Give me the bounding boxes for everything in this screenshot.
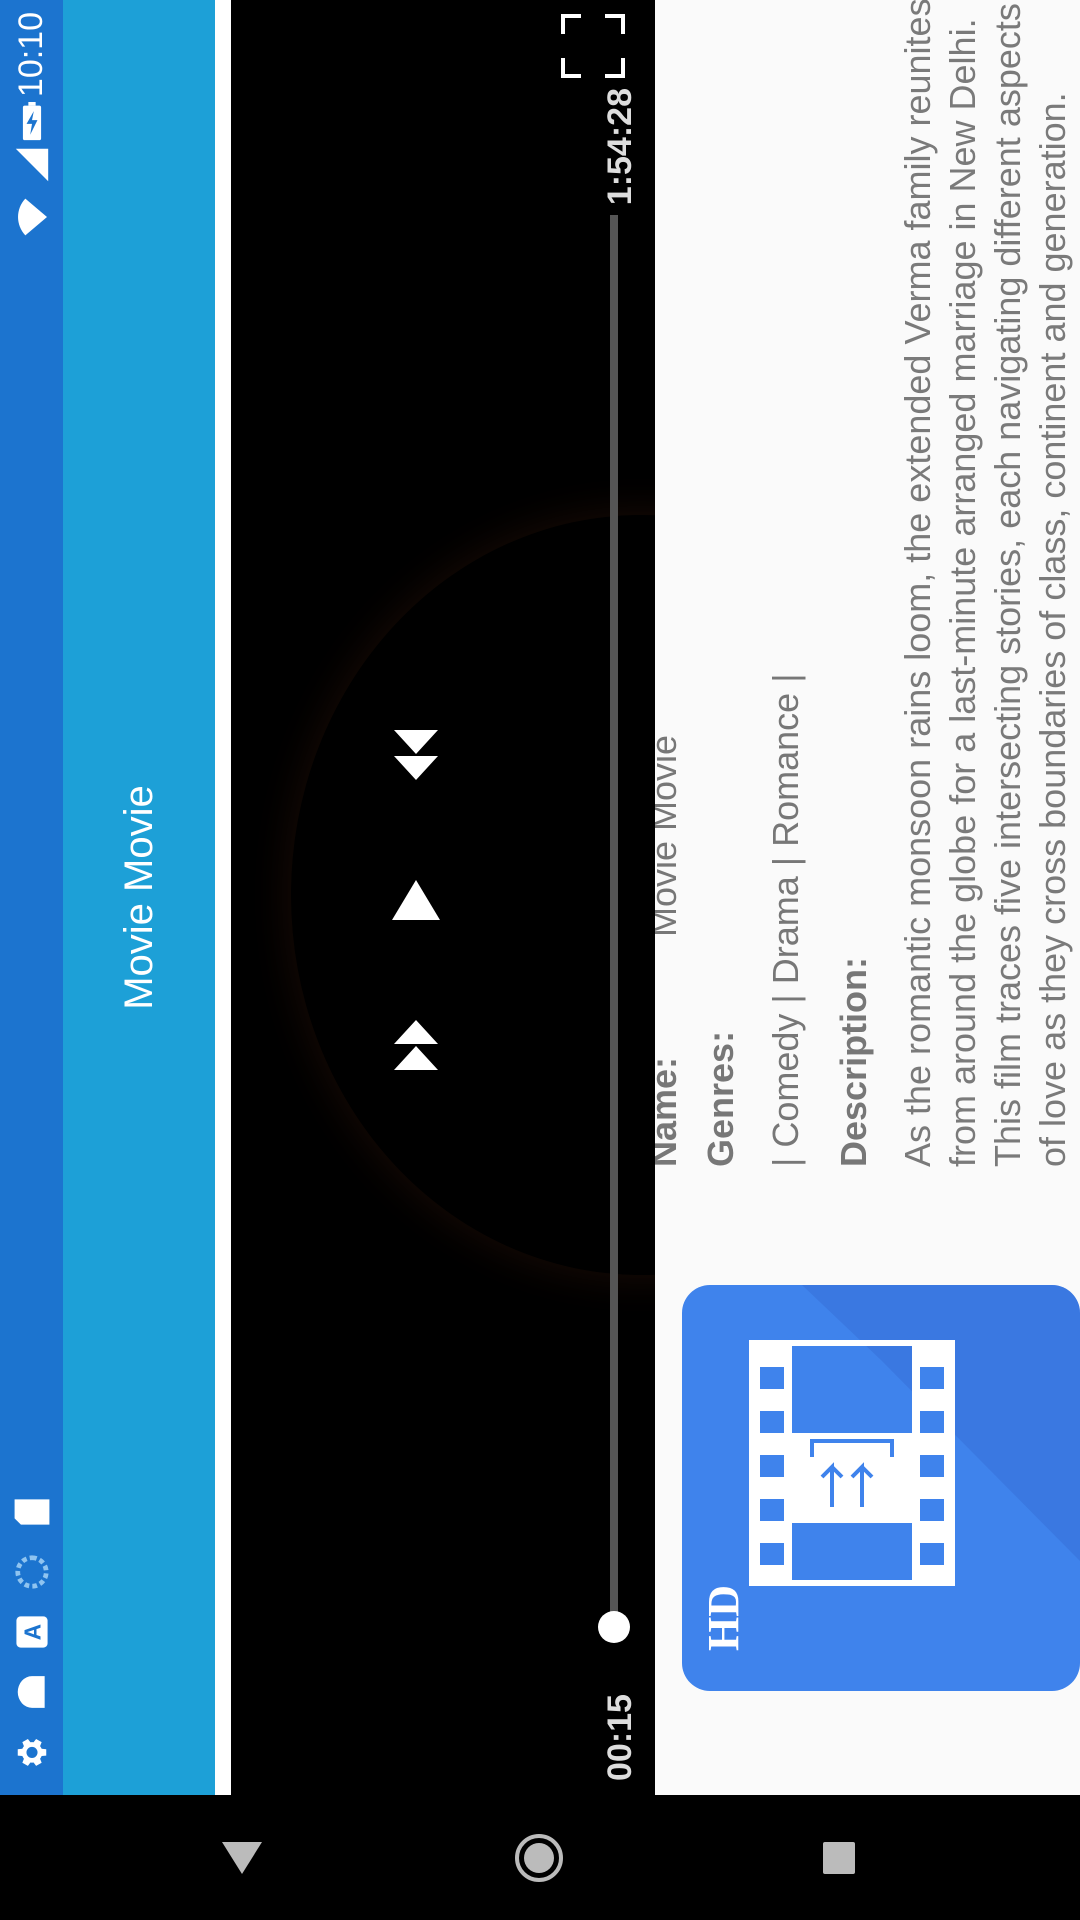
divider bbox=[215, 0, 231, 1795]
rewind-button[interactable] bbox=[371, 725, 461, 785]
details-panel: Name: Movie Movie Genres: | Comedy | Dra… bbox=[655, 0, 1080, 1167]
signal-icon bbox=[15, 148, 48, 182]
home-icon[interactable] bbox=[514, 1833, 564, 1883]
landscape-screen: A 10:10 Movie Movie 00:15 1:54:28 HD Nam… bbox=[0, 0, 1080, 1795]
status-notification-icons: A bbox=[0, 1495, 63, 1773]
description-label: Description: bbox=[833, 956, 874, 1167]
sd-card-icon bbox=[14, 1499, 49, 1525]
sync-icon bbox=[14, 1555, 49, 1589]
back-icon[interactable] bbox=[222, 1838, 262, 1878]
total-time: 1:54:28 bbox=[601, 88, 639, 206]
seek-bar[interactable] bbox=[610, 215, 618, 1630]
video-frame bbox=[291, 515, 655, 1275]
name-label: Name: bbox=[655, 1056, 684, 1167]
wifi-icon bbox=[17, 198, 47, 236]
clock: 10:10 bbox=[12, 12, 50, 98]
fast-forward-button[interactable] bbox=[371, 1015, 461, 1075]
rewind-icon bbox=[394, 730, 438, 780]
genres-label: Genres: bbox=[700, 1030, 741, 1167]
fullscreen-icon[interactable] bbox=[561, 14, 625, 78]
app-title: Movie Movie bbox=[116, 785, 161, 1010]
settings-icon bbox=[17, 1738, 46, 1766]
svg-text:A: A bbox=[19, 1624, 45, 1640]
notification-icon bbox=[17, 1676, 45, 1708]
a-icon: A bbox=[15, 1616, 48, 1648]
navigation-bar bbox=[0, 1795, 1080, 1920]
hd-badge: HD bbox=[699, 1585, 748, 1651]
recents-icon[interactable] bbox=[822, 1841, 856, 1875]
play-icon bbox=[392, 880, 440, 920]
description-text: As the romantic monsoon rains loom, the … bbox=[897, 0, 1073, 1167]
current-time: 00:15 bbox=[601, 1694, 639, 1781]
hd-video-icon: HD bbox=[699, 1285, 1080, 1651]
status-system-icons: 10:10 bbox=[0, 12, 63, 237]
movie-poster: HD bbox=[682, 1285, 1080, 1691]
app-bar: Movie Movie bbox=[63, 0, 215, 1795]
genres-value: | Comedy | Drama | Romance | bbox=[765, 673, 806, 1167]
play-button[interactable] bbox=[371, 875, 461, 925]
movie-details: HD Name: Movie Movie Genres: | Comedy | … bbox=[655, 0, 1080, 1795]
status-bar: A 10:10 bbox=[0, 0, 63, 1795]
name-value: Movie Movie bbox=[655, 734, 684, 937]
fast-forward-icon bbox=[394, 1020, 438, 1070]
seek-thumb[interactable] bbox=[598, 1611, 630, 1644]
video-player[interactable]: 00:15 1:54:28 bbox=[231, 0, 655, 1795]
battery-charging-icon bbox=[22, 102, 41, 141]
